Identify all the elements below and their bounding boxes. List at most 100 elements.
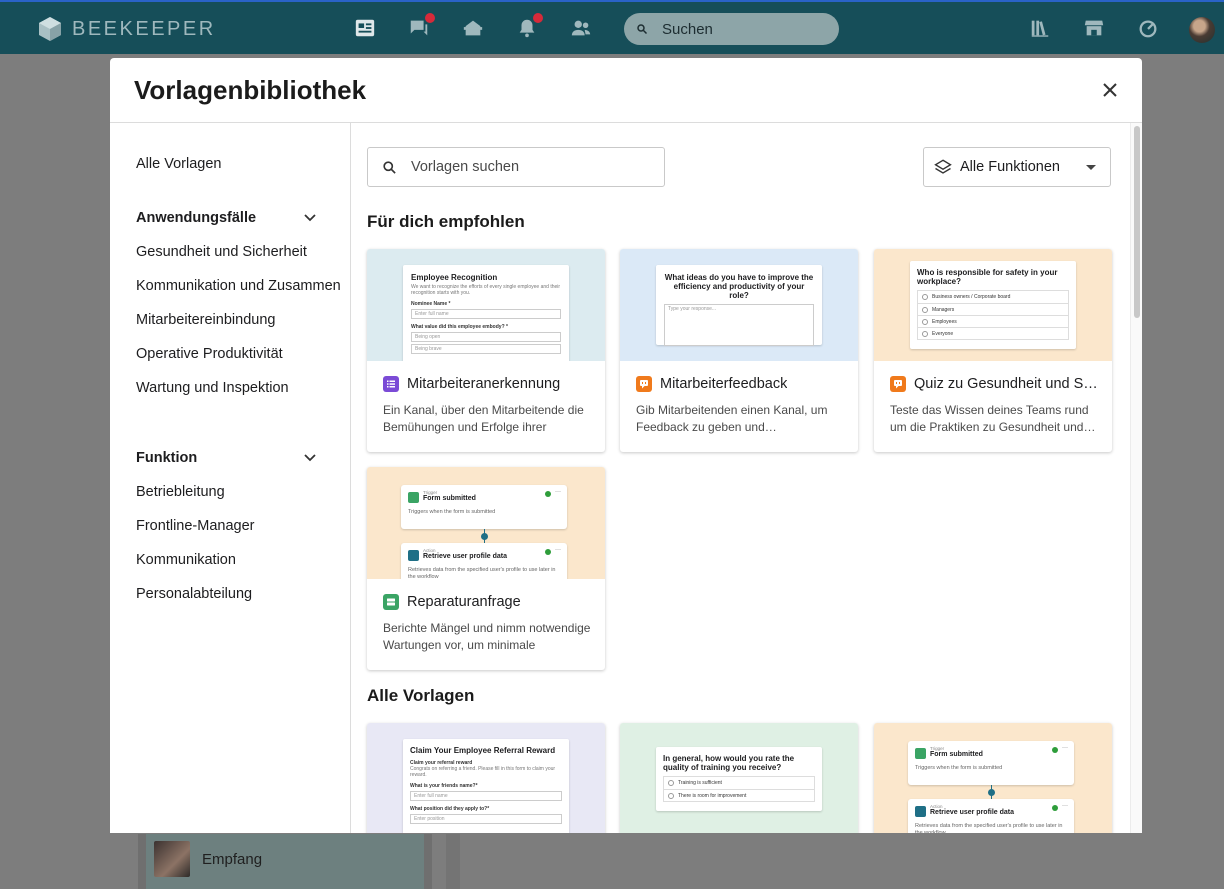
- background-chat-item: Empfang: [154, 841, 262, 877]
- preview-form-title: Employee Recognition: [411, 273, 498, 282]
- preview-form-option: Being open: [411, 332, 561, 342]
- function-filter-select[interactable]: Alle Funktionen: [923, 147, 1111, 187]
- check-icon: [1052, 747, 1058, 753]
- preview-option: There is room for improvement: [664, 789, 814, 801]
- sidebar-item-communication[interactable]: Kommunikation: [136, 552, 236, 568]
- card-title-row: Mitarbeiteranerkennung: [383, 376, 593, 392]
- chevron-down-icon: [304, 454, 316, 462]
- sidebar-item-health-safety[interactable]: Gesundheit und Sicherheit: [136, 244, 307, 260]
- library-icon[interactable]: [1028, 16, 1052, 40]
- preview-form: Employee Recognition We want to recogniz…: [403, 265, 569, 361]
- function-heading: Funktion: [136, 450, 198, 466]
- preview-form-label: Nominee Name *: [411, 301, 451, 307]
- close-button[interactable]: [1098, 78, 1122, 102]
- trigger-description: Triggers when the form is submitted: [915, 765, 1003, 771]
- template-card-training-quality[interactable]: In general, how would you rate the quali…: [620, 723, 858, 833]
- card-title-row: Mitarbeiterfeedback: [636, 376, 846, 392]
- preview-option: Managers: [918, 303, 1068, 315]
- preview-option: Employees: [918, 315, 1068, 327]
- preview-options: Business owners / Corporate board Manage…: [917, 290, 1069, 340]
- beekeeper-logo-icon: [39, 17, 61, 41]
- global-search-placeholder: Suchen: [662, 20, 713, 38]
- user-profile-action-icon: [408, 550, 419, 561]
- search-icon: [637, 24, 648, 35]
- user-profile-action-icon: [915, 806, 926, 817]
- top-navigation-bar: BEEKEEPER Suchen: [0, 0, 1224, 54]
- chat-item-label: Empfang: [202, 850, 263, 868]
- action-title: Retrieve user profile data: [423, 553, 508, 560]
- sidebar-item-all-templates[interactable]: Alle Vorlagen: [136, 156, 221, 172]
- more-icon: ···: [555, 489, 561, 495]
- list-icon: [383, 376, 399, 392]
- template-card-employee-feedback[interactable]: What ideas do you have to improve the ef…: [620, 249, 858, 452]
- all-templates-heading: Alle Vorlagen: [367, 686, 475, 705]
- sidebar-item-operations-management[interactable]: Betriebleitung: [136, 484, 225, 500]
- sidebar-item-communication-collaboration[interactable]: Kommunikation und Zusammen: [136, 278, 341, 294]
- brand[interactable]: BEEKEEPER: [38, 16, 216, 42]
- card-title: Reparaturanfrage: [407, 594, 521, 610]
- card-description: Ein Kanal, über den Mitarbeitende die Be…: [383, 403, 584, 434]
- preview-form: What ideas do you have to improve the ef…: [656, 265, 822, 346]
- people-icon[interactable]: [569, 16, 593, 40]
- recommended-heading: Für dich empfohlen: [367, 212, 525, 231]
- store-icon[interactable]: [1082, 16, 1106, 40]
- workflow-icon: [383, 594, 399, 610]
- sidebar-item-human-resources[interactable]: Personalabteilung: [136, 586, 252, 602]
- chat-icon: [890, 376, 906, 392]
- card-description: Gib Mitarbeitenden einen Kanal, um Feedb…: [636, 403, 828, 434]
- template-content-area: Vorlagen suchen Alle Funktionen Für dich…: [351, 123, 1142, 833]
- search-icon: [383, 160, 396, 174]
- card-preview: Employee Recognition We want to recogniz…: [367, 249, 605, 361]
- global-search-input[interactable]: Suchen: [624, 13, 839, 45]
- more-icon: ···: [1062, 803, 1068, 809]
- workflow-connector-dot: [481, 533, 488, 540]
- preview-form-option: Being brave: [411, 344, 561, 354]
- card-preview: Trigger Form submitted Triggers when the…: [367, 467, 605, 579]
- notifications-bell-icon[interactable]: [515, 13, 543, 40]
- preview-option: Training is sufficient: [664, 777, 814, 789]
- function-section-toggle[interactable]: Funktion: [136, 450, 316, 466]
- sidebar-item-frontline-manager[interactable]: Frontline-Manager: [136, 518, 254, 534]
- sidebar-item-maintenance-inspection[interactable]: Wartung und Inspektion: [136, 380, 289, 396]
- more-icon: ···: [555, 547, 561, 553]
- dropdown-caret-icon: [1086, 165, 1096, 170]
- modal-title: Vorlagenbibliothek: [134, 75, 367, 105]
- template-search-input[interactable]: Vorlagen suchen: [367, 147, 665, 187]
- modal-header: Vorlagenbibliothek: [110, 58, 1142, 123]
- trigger-title: Form submitted: [930, 751, 983, 758]
- user-avatar[interactable]: [1189, 17, 1215, 43]
- template-card-employee-recognition[interactable]: Employee Recognition We want to recogniz…: [367, 249, 605, 452]
- preview-option: Business owners / Corporate board: [918, 291, 1068, 303]
- sidebar-item-employee-engagement[interactable]: Mitarbeitereinbindung: [136, 312, 275, 328]
- preview-form-title: Claim Your Employee Referral Reward: [410, 746, 556, 755]
- preview-form-input: Enter full name: [411, 309, 561, 319]
- preview-form: In general, how would you rate the quali…: [656, 747, 822, 811]
- template-card-referral-reward[interactable]: Claim Your Employee Referral Reward Clai…: [367, 723, 605, 833]
- dashboard-gauge-icon[interactable]: [1136, 16, 1160, 40]
- streams-icon[interactable]: [461, 16, 485, 40]
- card-preview: In general, how would you rate the quali…: [620, 723, 858, 833]
- card-preview: Claim Your Employee Referral Reward Clai…: [367, 723, 605, 833]
- sidebar-item-operational-productivity[interactable]: Operative Produktivität: [136, 346, 283, 362]
- check-icon: [545, 549, 551, 555]
- preview-options: Training is sufficient There is room for…: [663, 776, 815, 802]
- template-sidebar: Alle Vorlagen Anwendungsfälle Gesundheit…: [110, 123, 351, 833]
- content-scrollbar-thumb[interactable]: [1134, 126, 1140, 318]
- trigger-title: Form submitted: [423, 495, 476, 502]
- form-trigger-icon: [915, 748, 926, 759]
- use-cases-section-toggle[interactable]: Anwendungsfälle: [136, 210, 316, 226]
- chats-icon[interactable]: [407, 13, 435, 40]
- news-feed-icon[interactable]: [353, 16, 377, 40]
- template-card-workflow[interactable]: Trigger Form submitted Triggers when the…: [874, 723, 1112, 833]
- template-card-health-safety-quiz[interactable]: Who is responsible for safety in your wo…: [874, 249, 1112, 452]
- trigger-description: Triggers when the form is submitted: [408, 509, 496, 515]
- template-search-placeholder: Vorlagen suchen: [411, 159, 520, 175]
- template-library-modal: Vorlagenbibliothek Alle Vorlagen Anwendu…: [110, 58, 1142, 833]
- chevron-down-icon: [304, 214, 316, 222]
- template-card-repair-request[interactable]: Trigger Form submitted Triggers when the…: [367, 467, 605, 670]
- preview-form-label: What position did they apply to?*: [410, 806, 490, 812]
- function-filter-value: Alle Funktionen: [960, 159, 1060, 175]
- preview-workflow-action: Action Retrieve user profile data Retrie…: [908, 799, 1074, 833]
- workflow-connector-dot: [988, 789, 995, 796]
- card-title-row: Reparaturanfrage: [383, 594, 593, 610]
